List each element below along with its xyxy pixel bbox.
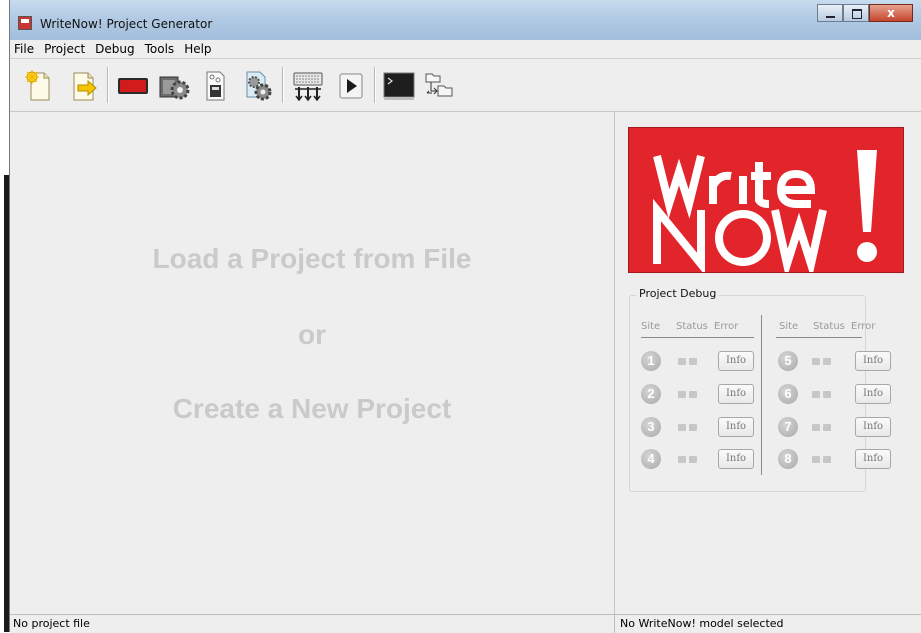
toolbar (10, 59, 921, 112)
project-debug-title: Project Debug (636, 287, 720, 300)
site-3-badge: 3 (641, 417, 661, 437)
site-1-info-button[interactable]: Info (718, 351, 754, 371)
or-label: or (298, 319, 326, 350)
menu-help[interactable]: Help (179, 40, 216, 56)
site-6-status (812, 391, 831, 398)
site-6-info-button[interactable]: Info (855, 384, 891, 404)
build-icon (159, 76, 190, 100)
debug-side-pane: Project Debug Site Status Error Site Sta… (616, 112, 921, 614)
open-project-icon (73, 72, 97, 101)
open-project-button[interactable] (66, 69, 100, 103)
site-2-badge: 2 (641, 384, 661, 404)
background-window-edge (0, 0, 9, 632)
site-8-status (812, 456, 831, 463)
site-7-badge: 7 (778, 417, 798, 437)
keyboard-icon (293, 72, 323, 102)
site-7-status (812, 424, 831, 431)
site-4-status (678, 456, 697, 463)
col-header-error-right: Error (851, 321, 876, 332)
menu-project[interactable]: Project (39, 40, 90, 56)
new-project-icon (25, 70, 50, 101)
site-1-badge: 1 (641, 351, 661, 371)
play-button[interactable] (334, 69, 368, 103)
menu-bar: File Project Debug Tools Help (10, 40, 921, 59)
site-5-info-button[interactable]: Info (855, 351, 891, 371)
site-8-badge: 8 (778, 449, 798, 469)
close-button[interactable]: x (869, 4, 913, 22)
minimize-button[interactable] (817, 4, 843, 22)
document-settings-button[interactable] (198, 69, 232, 103)
app-icon (18, 16, 32, 30)
status-bar: No project file No WriteNow! model selec… (10, 614, 921, 633)
site-8-info-button[interactable]: Info (855, 449, 891, 469)
writenow-logo (628, 127, 904, 273)
main-content: Load a Project from File or Create a New… (10, 112, 921, 614)
menu-file[interactable]: File (10, 40, 39, 56)
device-icon (118, 78, 148, 94)
folder-tree-button[interactable] (423, 69, 457, 103)
site-4-info-button[interactable]: Info (718, 449, 754, 469)
site-2-status (678, 391, 697, 398)
project-debug-group: Project Debug Site Status Error Site Sta… (629, 287, 891, 492)
writenow-logo-art (653, 150, 877, 272)
project-placeholder-pane: Load a Project from File or Create a New… (10, 112, 615, 614)
site-7-info-button[interactable]: Info (855, 417, 891, 437)
new-project-button[interactable] (22, 69, 56, 103)
col-header-status-right: Status (813, 321, 845, 332)
site-4-badge: 4 (641, 449, 661, 469)
build-button[interactable] (157, 69, 191, 103)
site-5-status (812, 358, 831, 365)
col-header-site-left: Site (641, 321, 661, 332)
site-6-badge: 6 (778, 384, 798, 404)
device-button[interactable] (116, 69, 150, 103)
project-file-status: No project file (13, 617, 90, 630)
model-status: No WriteNow! model selected (620, 617, 784, 630)
load-project-prompt[interactable]: Load a Project from File (10, 243, 614, 275)
site-3-status (678, 424, 697, 431)
site-1-status (678, 358, 697, 365)
terminal-button[interactable] (382, 69, 416, 103)
document-settings-icon (206, 71, 225, 101)
site-2-info-button[interactable]: Info (718, 384, 754, 404)
title-bar[interactable]: WriteNow! Project Generator x (10, 0, 921, 40)
play-icon (339, 73, 363, 99)
keyboard-button[interactable] (291, 69, 325, 103)
site-3-info-button[interactable]: Info (718, 417, 754, 437)
col-header-error-left: Error (714, 321, 739, 332)
col-header-status-left: Status (676, 321, 708, 332)
app-window: WriteNow! Project Generator x File Projec… (9, 0, 921, 633)
site-5-badge: 5 (778, 351, 798, 371)
generate-button[interactable] (240, 69, 274, 103)
col-header-site-right: Site (779, 321, 799, 332)
terminal-icon (383, 72, 415, 100)
maximize-button[interactable] (843, 4, 869, 22)
create-project-prompt[interactable]: Create a New Project (10, 393, 614, 425)
window-title: WriteNow! Project Generator (40, 17, 213, 31)
menu-debug[interactable]: Debug (90, 40, 139, 56)
menu-tools[interactable]: Tools (140, 40, 180, 56)
generate-icon (246, 71, 272, 101)
folder-tree-icon (425, 73, 453, 97)
